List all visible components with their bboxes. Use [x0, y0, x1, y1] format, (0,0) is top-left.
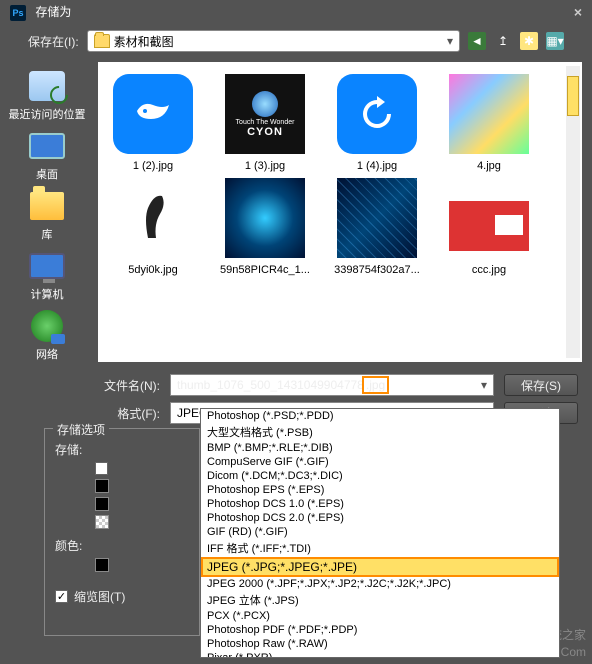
chevron-down-icon: ▾	[447, 34, 453, 48]
format-option[interactable]: Photoshop Raw (*.RAW)	[201, 637, 559, 651]
file-item[interactable]: 3398754f302a7...	[328, 176, 426, 276]
color-swatch-black	[95, 497, 109, 511]
thumbnail-icon	[113, 178, 193, 258]
save-in-label: 保存在(I):	[28, 33, 79, 50]
format-option[interactable]: JPEG 立体 (*.JPS)	[201, 591, 559, 609]
file-item[interactable]: 1 (4).jpg	[328, 72, 426, 172]
format-option[interactable]: Pixar (*.PXR)	[201, 651, 559, 658]
format-label: 格式(F):	[100, 405, 160, 422]
scrollbar-thumb[interactable]	[567, 76, 579, 116]
thumbnail-icon	[449, 201, 529, 251]
nav-icons: ◄ ↥ ✱ ▦▾	[468, 32, 564, 50]
body: 最近访问的位置 桌面 库 计算机 网络 1 (2).	[0, 58, 592, 366]
filename-ext-highlight: .jpg	[362, 376, 389, 394]
titlebar: Ps 存储为 ×	[0, 0, 592, 24]
location-toolbar: 保存在(I): 素材和截图 ▾ ◄ ↥ ✱ ▦▾	[0, 24, 592, 58]
file-item[interactable]: Touch The WonderCYON 1 (3).jpg	[216, 72, 314, 172]
format-option[interactable]: JPEG (*.JPG;*.JPEG;*.JPE)	[201, 557, 559, 577]
format-option[interactable]: Photoshop PDF (*.PDF;*.PDP)	[201, 623, 559, 637]
format-option[interactable]: Dicom (*.DCM;*.DC3;*.DIC)	[201, 469, 559, 483]
color-label: 颜色:	[55, 537, 82, 554]
dialog-title: 存储为	[35, 5, 71, 19]
format-option[interactable]: Photoshop DCS 2.0 (*.EPS)	[201, 511, 559, 525]
thumbnail-icon: Touch The WonderCYON	[225, 74, 305, 154]
desktop-icon	[29, 133, 65, 159]
place-network[interactable]: 网络	[7, 308, 87, 362]
format-option[interactable]: GIF (RD) (*.GIF)	[201, 525, 559, 539]
thumbnail-icon	[449, 74, 529, 154]
file-item[interactable]: 59n58PICR4c_1...	[216, 176, 314, 276]
place-recent[interactable]: 最近访问的位置	[7, 68, 87, 122]
options-legend: 存储选项	[53, 421, 109, 438]
thumbnail-icon	[337, 178, 417, 258]
computer-icon	[29, 253, 65, 279]
format-option[interactable]: IFF 格式 (*.IFF;*.TDI)	[201, 539, 559, 557]
folder-dropdown[interactable]: 素材和截图 ▾	[87, 30, 460, 52]
thumbnail-checkbox[interactable]	[55, 590, 68, 603]
filename-input[interactable]: thumb_1076_500_1431049904778.jpg ▾	[170, 374, 494, 396]
current-folder: 素材和截图	[114, 33, 443, 50]
color-swatch-transparent	[95, 515, 109, 529]
format-option[interactable]: 大型文档格式 (*.PSB)	[201, 423, 559, 441]
format-option[interactable]: Photoshop EPS (*.EPS)	[201, 483, 559, 497]
format-option[interactable]: PCX (*.PCX)	[201, 609, 559, 623]
back-icon[interactable]: ◄	[468, 32, 486, 50]
store-label: 存储:	[55, 441, 82, 458]
file-item[interactable]: 5dyi0k.jpg	[104, 176, 202, 276]
format-option[interactable]: Photoshop DCS 1.0 (*.EPS)	[201, 497, 559, 511]
recent-icon	[29, 71, 65, 101]
up-one-level-icon[interactable]: ↥	[494, 32, 512, 50]
new-folder-icon[interactable]: ✱	[520, 32, 538, 50]
save-as-dialog: Ps 存储为 × 保存在(I): 素材和截图 ▾ ◄ ↥ ✱ ▦▾ 最近访问的位…	[0, 0, 592, 664]
checkbox[interactable]	[95, 462, 108, 475]
library-icon	[30, 192, 64, 220]
view-menu-icon[interactable]: ▦▾	[546, 32, 564, 50]
format-option[interactable]: Photoshop (*.PSD;*.PDD)	[201, 409, 559, 423]
photoshop-icon: Ps	[10, 5, 26, 21]
format-option[interactable]: BMP (*.BMP;*.RLE;*.DIB)	[201, 441, 559, 455]
thumbnail-label: 缩览图(T)	[74, 588, 125, 605]
close-icon[interactable]: ×	[574, 4, 582, 20]
format-option[interactable]: CompuServe GIF (*.GIF)	[201, 455, 559, 469]
file-item[interactable]: 4.jpg	[440, 72, 538, 172]
scrollbar[interactable]	[566, 66, 580, 358]
place-desktop[interactable]: 桌面	[7, 128, 87, 182]
save-button[interactable]: 保存(S)	[504, 374, 578, 396]
format-dropdown-list[interactable]: Photoshop (*.PSD;*.PDD)大型文档格式 (*.PSB)BMP…	[200, 408, 560, 658]
place-libraries[interactable]: 库	[7, 188, 87, 242]
file-item[interactable]: ccc.jpg	[440, 176, 538, 276]
format-option[interactable]: JPEG 2000 (*.JPF;*.JPX;*.JP2;*.J2C;*.J2K…	[201, 577, 559, 591]
place-computer[interactable]: 计算机	[7, 248, 87, 302]
thumbnail-icon	[337, 74, 417, 154]
save-options-group: 存储选项 存储: 颜色: 缩览图(T)	[44, 428, 200, 636]
file-item[interactable]: 1 (2).jpg	[104, 72, 202, 172]
folder-icon	[94, 34, 110, 48]
thumbnail-icon	[225, 178, 305, 258]
thumbnail-icon	[113, 74, 193, 154]
color-swatch-black	[95, 479, 109, 493]
filename-label: 文件名(N):	[100, 377, 160, 394]
places-bar: 最近访问的位置 桌面 库 计算机 网络	[4, 62, 90, 362]
color-swatch-black	[95, 558, 109, 572]
file-list[interactable]: 1 (2).jpg Touch The WonderCYON 1 (3).jpg…	[98, 62, 582, 362]
network-icon	[31, 310, 63, 342]
chevron-down-icon[interactable]: ▾	[481, 378, 487, 392]
